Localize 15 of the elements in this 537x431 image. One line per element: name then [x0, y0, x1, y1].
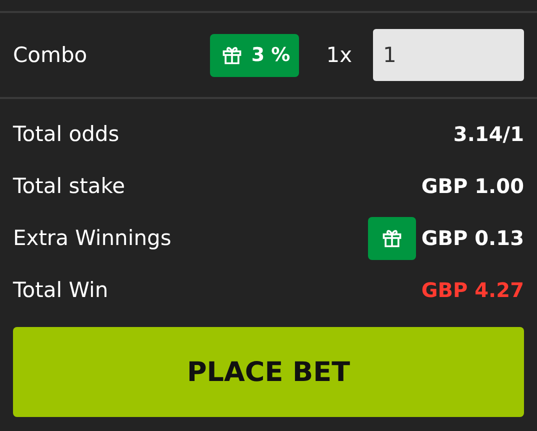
summary-label: Extra Winnings: [13, 226, 172, 250]
summary-value: 3.14/1: [453, 122, 524, 146]
summary-value: GBP 1.00: [421, 174, 524, 198]
bonus-badge: 3 %: [210, 34, 300, 76]
combo-label: Combo: [13, 43, 88, 67]
summary-label: Total Win: [13, 278, 108, 302]
gift-icon: [221, 44, 244, 66]
summary-value: GBP 4.27: [421, 278, 524, 302]
stake-input[interactable]: 1: [373, 29, 524, 81]
summary-label: Total stake: [13, 174, 126, 198]
summary-label: Total odds: [13, 122, 120, 146]
multiplier-text: 1x: [326, 43, 352, 67]
summary-value: GBP 0.13: [421, 226, 524, 250]
gift-icon: [381, 227, 404, 249]
place-bet-button[interactable]: PLACE BET: [13, 327, 524, 417]
